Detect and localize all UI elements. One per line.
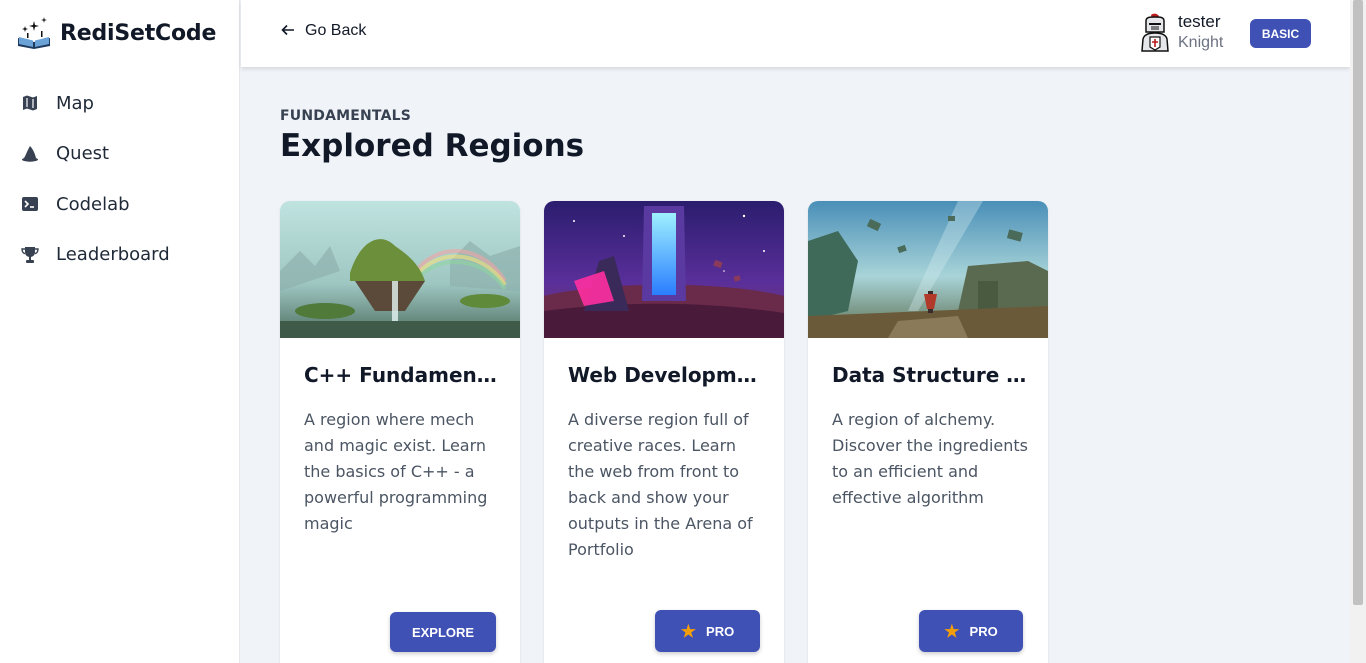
sidebar-item-codelab[interactable]: Codelab — [0, 179, 240, 230]
button-label: EXPLORE — [411, 624, 475, 640]
wizard-hat-icon — [20, 144, 40, 164]
sidebar-nav: Map Quest Codelab Leaderboard — [0, 78, 240, 280]
brand-name: RediSetCode — [60, 20, 217, 46]
button-label: PRO — [969, 623, 998, 639]
sidebar-item-map[interactable]: Map — [0, 78, 240, 129]
sidebar-item-leaderboard[interactable]: Leaderboard — [0, 230, 240, 281]
region-image-floating-rocks — [808, 201, 1048, 338]
sidebar: RediSetCode Map Quest Codelab Leaderboar… — [0, 0, 240, 663]
sidebar-item-label: Quest — [56, 143, 110, 165]
page-title: Explored Regions — [280, 128, 585, 164]
sidebar-item-label: Codelab — [56, 193, 130, 215]
region-card-description: A region of alchemy. Discover the ingred… — [832, 410, 1029, 507]
region-image-portal — [544, 201, 784, 338]
brand-logo[interactable]: RediSetCode — [16, 16, 216, 50]
topbar: Go Back tester Knight BASIC — [241, 0, 1350, 67]
pro-button[interactable]: ★ PRO — [655, 610, 760, 652]
trophy-icon — [20, 245, 40, 265]
user-name: tester — [1178, 12, 1221, 31]
pro-button[interactable]: ★ PRO — [919, 610, 1023, 652]
region-card-dsa: Data Structure &... A region of alchemy.… — [808, 201, 1048, 663]
go-back-button[interactable]: Go Back — [281, 22, 366, 40]
region-card-title: C++ Fundament... — [304, 363, 504, 387]
plan-badge[interactable]: BASIC — [1250, 19, 1311, 48]
explore-button[interactable]: EXPLORE — [390, 612, 496, 652]
region-card-cpp: C++ Fundament... A region where mech and… — [280, 201, 520, 663]
star-icon: ★ — [680, 621, 697, 641]
terminal-icon — [20, 194, 40, 214]
avatar — [1138, 13, 1172, 53]
go-back-label: Go Back — [305, 22, 367, 39]
button-label: PRO — [706, 623, 735, 639]
sidebar-item-label: Map — [56, 92, 94, 114]
map-icon — [20, 93, 40, 113]
sidebar-item-quest[interactable]: Quest — [0, 129, 240, 180]
sidebar-item-label: Leaderboard — [56, 244, 170, 266]
user-role: Knight — [1178, 34, 1224, 51]
star-icon: ★ — [944, 621, 960, 641]
section-eyebrow: FUNDAMENTALS — [280, 108, 412, 124]
region-card-title: Web Developme... — [568, 363, 768, 387]
page-scrollbar[interactable] — [1350, 0, 1366, 663]
scrollbar-thumb[interactable] — [1353, 0, 1363, 605]
user-profile[interactable]: tester Knight — [1138, 12, 1223, 54]
region-image-floating-island — [280, 201, 520, 338]
region-card-web: Web Developme... A diverse region full o… — [544, 201, 784, 663]
arrow-left-icon — [281, 23, 295, 39]
user-text: tester Knight — [1178, 12, 1223, 54]
region-card-title: Data Structure &... — [832, 363, 1032, 387]
region-card-description: A region where mech and magic exist. Lea… — [304, 410, 488, 533]
region-card-description: A diverse region full of creative races.… — [568, 410, 753, 559]
book-sparkle-icon — [16, 16, 52, 50]
